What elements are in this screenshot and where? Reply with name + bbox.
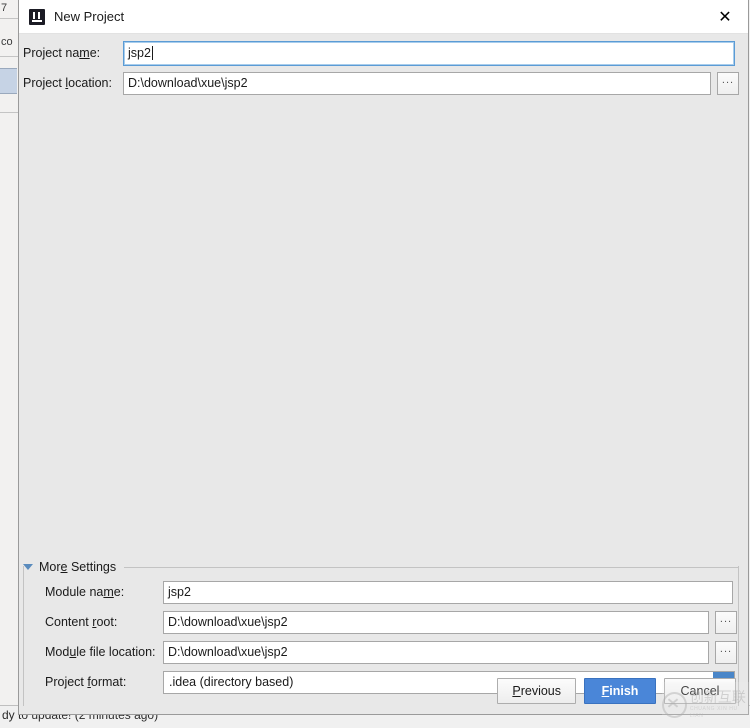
new-project-dialog: New Project ✕ Project name: jsp2 Project…: [18, 0, 749, 715]
project-name-row: Project name: jsp2: [23, 41, 739, 65]
module-file-location-input[interactable]: D:\download\xue\jsp2: [163, 641, 709, 664]
module-name-label: Module name:: [23, 585, 161, 599]
more-settings-header[interactable]: More Settings: [23, 558, 739, 576]
module-name-row: Module name: jsp2: [23, 580, 739, 604]
project-name-label: Project name:: [23, 46, 119, 60]
project-format-value: .idea (directory based): [169, 675, 293, 689]
project-location-label: Project location:: [23, 76, 119, 90]
project-location-input[interactable]: D:\download\xue\jsp2: [123, 72, 711, 95]
more-settings-label: More Settings: [39, 560, 116, 574]
module-file-location-browse-button[interactable]: ...: [715, 641, 737, 664]
dialog-footer: Previous Finish Cancel: [497, 678, 736, 704]
triangle-down-icon[interactable]: [23, 564, 33, 570]
more-settings-divider: [124, 567, 739, 568]
project-format-label: Project format:: [23, 675, 161, 689]
content-root-label: Content root:: [23, 615, 161, 629]
close-icon[interactable]: ✕: [702, 0, 748, 33]
previous-button[interactable]: Previous: [497, 678, 576, 704]
module-name-input[interactable]: jsp2: [163, 581, 733, 604]
content-root-row: Content root: D:\download\xue\jsp2 ...: [23, 610, 739, 634]
background-left-toolbar: 7 co: [0, 0, 19, 728]
background-divider: [0, 56, 18, 57]
dialog-title: New Project: [54, 9, 124, 24]
module-file-location-label: Module file location:: [23, 645, 161, 659]
module-file-location-row: Module file location: D:\download\xue\js…: [23, 640, 739, 664]
background-selected-tab: [0, 68, 17, 94]
background-divider: [0, 112, 18, 113]
project-location-browse-button[interactable]: ...: [717, 72, 739, 95]
content-root-browse-button[interactable]: ...: [715, 611, 737, 634]
intellij-idea-icon: [29, 9, 45, 25]
background-divider: [0, 18, 18, 19]
project-location-row: Project location: D:\download\xue\jsp2 .…: [23, 71, 739, 95]
cancel-button[interactable]: Cancel: [664, 678, 736, 704]
project-name-input[interactable]: jsp2: [123, 41, 735, 66]
background-left-top-text: 7: [1, 2, 7, 14]
background-left-second-text: co: [1, 36, 13, 48]
content-root-input[interactable]: D:\download\xue\jsp2: [163, 611, 709, 634]
dialog-body: Project name: jsp2 Project location: D:\…: [19, 34, 748, 714]
finish-button[interactable]: Finish: [584, 678, 656, 704]
dialog-titlebar: New Project ✕: [19, 0, 748, 34]
